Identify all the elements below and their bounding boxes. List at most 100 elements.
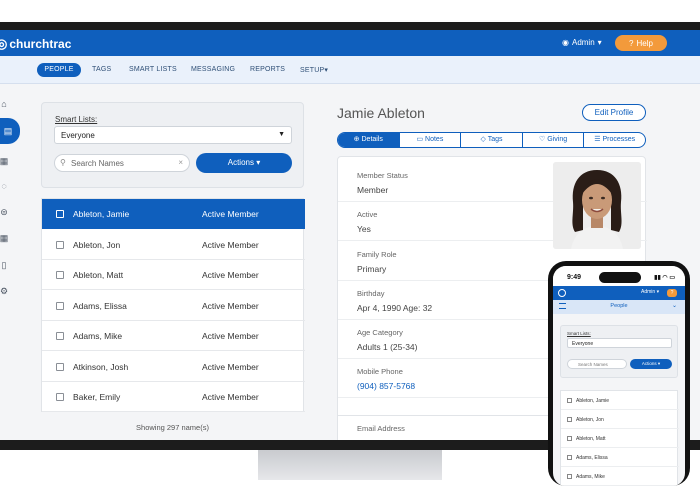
phone-search-placeholder: Search Names	[578, 362, 608, 367]
person-detail-name: Jamie Ableton	[337, 105, 425, 121]
list-item[interactable]: Ableton, Jon Active Member	[42, 230, 305, 260]
phone-admin-label: Admin	[641, 289, 656, 295]
list-item[interactable]: Atkinson, Josh Active Member	[42, 352, 305, 382]
churchtrac-logo-icon[interactable]	[558, 289, 566, 297]
list-item[interactable]: Ableton, Jon	[561, 410, 679, 429]
user-icon: ◉	[562, 38, 569, 47]
groups-icon[interactable]: ⊜	[0, 206, 10, 218]
tab-giving[interactable]: ♡ Giving	[523, 133, 585, 147]
phone-smart-list-value: Everyone	[572, 341, 594, 347]
row-checkbox[interactable]	[56, 301, 64, 310]
row-checkbox[interactable]	[56, 392, 64, 401]
field-label: Family Role	[357, 250, 397, 259]
caret-down-icon: ▾	[256, 158, 261, 167]
person-status: Active Member	[202, 391, 259, 402]
phone-smart-list-select[interactable]: Everyone	[567, 338, 672, 348]
nav-setup-label: SETUP	[300, 67, 325, 74]
smart-list-select[interactable]: Everyone ▼	[54, 126, 292, 144]
tab-tags[interactable]: ◇ Tags	[461, 133, 523, 147]
edit-profile-button[interactable]: Edit Profile	[582, 104, 646, 121]
grid-icon[interactable]: ▦	[0, 232, 10, 244]
nav-setup[interactable]: SETUP▾	[300, 66, 328, 74]
admin-menu[interactable]: ◉ Admin ▾	[562, 38, 602, 47]
field-value: Adults 1 (25-34)	[357, 342, 418, 352]
tab-notes[interactable]: ▭ Notes	[400, 133, 462, 147]
top-bar: ◎ churchtrac ◉ Admin ▾ ? Help	[0, 30, 700, 56]
showing-count: Showing 297 name(s)	[136, 423, 209, 432]
tab-details-label: Details	[361, 136, 383, 143]
search-icon: ⚲	[60, 158, 66, 167]
nav-messaging[interactable]: MESSAGING	[191, 66, 235, 73]
row-checkbox[interactable]	[567, 455, 572, 460]
row-checkbox[interactable]	[56, 209, 64, 218]
tab-giving-label: Giving	[547, 136, 568, 143]
phone-link[interactable]: (904) 857-5768	[357, 381, 415, 391]
row-checkbox[interactable]	[56, 362, 64, 371]
churchtrac-logo[interactable]: ◎ churchtrac	[0, 36, 71, 52]
list-item[interactable]: Adams, Elissa	[561, 448, 679, 467]
help-button[interactable]: ? Help	[615, 35, 667, 51]
phone-filter-panel: Smart Lists: Everyone Search Names Actio…	[560, 325, 678, 378]
person-status: Active Member	[202, 330, 259, 341]
list-item[interactable]: Adams, Mike	[561, 467, 679, 486]
person-name: Adams, Mike	[73, 330, 123, 341]
details-icon: ⊕	[353, 136, 360, 143]
field-label: Mobile Phone	[357, 367, 403, 376]
person-status: Active Member	[202, 300, 259, 311]
phone-help-button[interactable]: ?	[667, 289, 677, 297]
tab-tags-label: Tags	[487, 136, 503, 143]
smart-list-value: Everyone	[61, 131, 95, 140]
tab-processes-label: Processes	[602, 136, 636, 143]
list-item[interactable]: Adams, Mike Active Member	[42, 321, 305, 351]
phone-search-input[interactable]: Search Names	[567, 359, 627, 369]
chevron-down-icon[interactable]: ⌄	[672, 302, 677, 309]
row-checkbox[interactable]	[567, 436, 572, 441]
list-item[interactable]: Adams, Elissa Active Member	[42, 291, 305, 321]
people-card-icon[interactable]: ▤	[0, 118, 20, 144]
person-status: Active Member	[202, 208, 259, 219]
phone-actions-button[interactable]: Actions ▾	[630, 359, 672, 369]
people-list: Ableton, Jamie Active Member Ableton, Jo…	[41, 198, 305, 412]
row-checkbox[interactable]	[56, 270, 64, 279]
smart-lists-label: Smart Lists:	[55, 115, 98, 124]
list-item[interactable]: Ableton, Jamie Active Member	[42, 199, 305, 229]
list-item[interactable]: Ableton, Matt Active Member	[42, 260, 305, 290]
person-name: Adams, Mike	[576, 474, 605, 480]
giving-icon[interactable]: ◌	[0, 180, 10, 192]
list-item[interactable]: Ableton, Matt	[561, 429, 679, 448]
list-item[interactable]: Ableton, Jamie	[561, 391, 679, 410]
field-label: Birthday	[357, 289, 385, 298]
phone-actions-label: Actions	[641, 361, 657, 366]
row-checkbox[interactable]	[567, 417, 572, 422]
nav-people[interactable]: PEOPLE	[37, 63, 81, 77]
person-name: Atkinson, Josh	[73, 361, 129, 372]
person-name: Ableton, Matt	[73, 269, 124, 280]
main-nav: PEOPLE TAGS SMART LISTS MESSAGING REPORT…	[0, 56, 700, 84]
person-name: Ableton, Jamie	[73, 208, 130, 219]
phone-admin-menu[interactable]: Admin ▾	[641, 289, 659, 295]
list-item[interactable]: Baker, Emily Active Member	[42, 382, 305, 412]
search-input[interactable]: ⚲ Search Names ×	[54, 154, 190, 172]
tab-details[interactable]: ⊕ Details	[338, 133, 400, 147]
phone-top-bar: Admin ▾ ?	[553, 286, 685, 300]
nav-tags[interactable]: TAGS	[92, 66, 111, 73]
document-icon[interactable]: ▯	[0, 259, 10, 271]
tab-processes[interactable]: ☰ Processes	[584, 133, 645, 147]
person-name: Ableton, Matt	[576, 436, 606, 442]
field-value: Member	[357, 185, 389, 195]
actions-button[interactable]: Actions ▾	[196, 153, 292, 173]
help-icon: ?	[629, 38, 634, 48]
side-rail: ⌂ ▤ ▦ ◌ ⊜ ▦ ▯ ⚙	[0, 84, 22, 443]
processes-icon: ☰	[594, 136, 601, 143]
row-checkbox[interactable]	[567, 474, 572, 479]
home-icon[interactable]: ⌂	[0, 98, 10, 110]
gear-icon[interactable]: ⚙	[0, 285, 10, 297]
clear-icon[interactable]: ×	[178, 158, 183, 167]
row-checkbox[interactable]	[56, 331, 64, 340]
calendar-icon[interactable]: ▦	[0, 155, 10, 167]
row-checkbox[interactable]	[567, 398, 572, 403]
nav-reports[interactable]: REPORTS	[250, 66, 285, 73]
phone-notch	[599, 272, 641, 283]
row-checkbox[interactable]	[56, 240, 64, 249]
nav-smart-lists[interactable]: SMART LISTS	[129, 66, 177, 73]
